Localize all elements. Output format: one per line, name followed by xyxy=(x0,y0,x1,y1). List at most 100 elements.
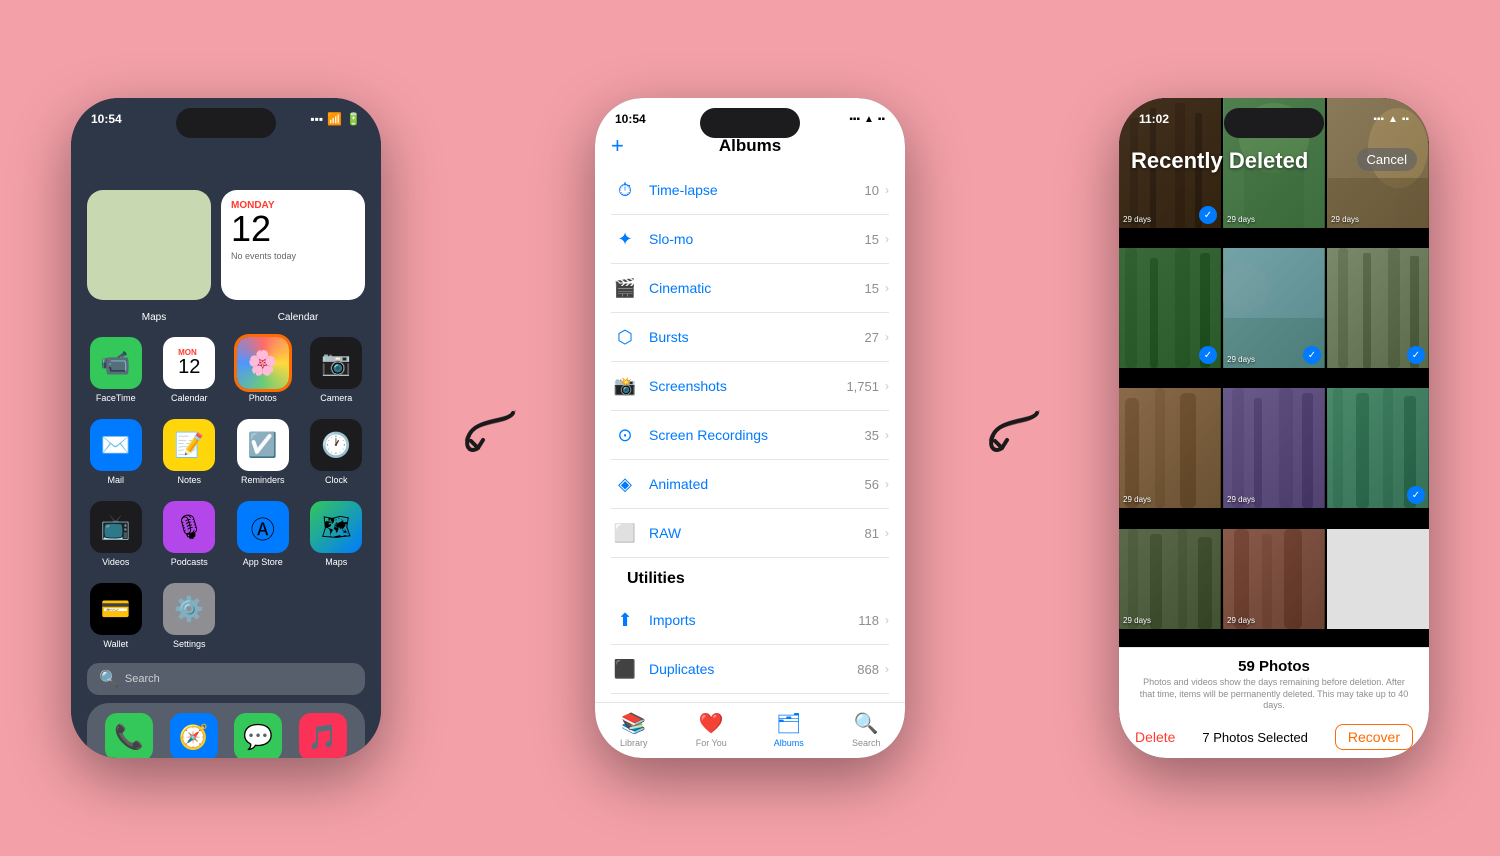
photo-grid-container: Recently Deleted Cancel xyxy=(1119,98,1429,647)
deleted-bottom: 59 Photos Photos and videos show the day… xyxy=(1119,647,1429,758)
deleted-actions: Delete 7 Photos Selected Recover xyxy=(1135,720,1413,750)
timelapse-count: 10 xyxy=(865,183,879,198)
photo-bg-8 xyxy=(1223,388,1325,508)
imports-album[interactable]: ⬆ Imports 118 › xyxy=(611,596,889,645)
tab-bar: 📚 Library ❤️ For You 🗂 Albums 🔍 Search xyxy=(595,702,905,758)
status-icons-3: ▪▪▪ ▲ ▪▪ xyxy=(1373,114,1409,125)
reminders-app[interactable]: ☑️ Reminders xyxy=(234,419,292,485)
photo-cell-12[interactable] xyxy=(1327,529,1429,629)
raw-album[interactable]: ⬜ RAW 81 › xyxy=(611,509,889,558)
screenshots-chevron: › xyxy=(885,379,889,393)
dynamic-island-2 xyxy=(700,108,800,138)
calendar-widget[interactable]: MONDAY 12 No events today xyxy=(221,190,365,300)
photo-bg-7 xyxy=(1119,388,1221,508)
photo-cell-5[interactable]: 29 days ✓ xyxy=(1223,248,1325,368)
animated-name: Animated xyxy=(649,476,865,492)
duplicates-album[interactable]: ⬛ Duplicates 868 › xyxy=(611,645,889,694)
foryou-tab-icon: ❤️ xyxy=(699,711,724,736)
delete-button[interactable]: Delete xyxy=(1135,729,1175,745)
photo-days-11: 29 days xyxy=(1227,616,1255,625)
safari-dock-icon[interactable]: 🧭 xyxy=(170,713,218,758)
photos-label: Photos xyxy=(249,393,277,403)
signal-icon-3: ▪▪▪ xyxy=(1373,114,1384,125)
status-bar-3: 11:02 ▪▪▪ ▲ ▪▪ xyxy=(1119,98,1429,132)
bursts-count: 27 xyxy=(865,330,879,345)
facetime-app[interactable]: 📹 FaceTime xyxy=(87,337,145,403)
photos-icon: 🌸 xyxy=(237,337,289,389)
cinematic-chevron: › xyxy=(885,281,889,295)
main-scene: 10:54 ▪▪▪ 📶 🔋 MONDAY 12 No events today xyxy=(0,0,1500,856)
cinematic-album[interactable]: 🎬 Cinematic 15 › xyxy=(611,264,889,313)
photo-bg-10 xyxy=(1119,529,1221,629)
camera-app[interactable]: 📷 Camera xyxy=(308,337,366,403)
photo-days-1: 29 days xyxy=(1123,215,1151,224)
library-tab-icon: 📚 xyxy=(621,711,646,736)
clock-icon: 🕐 xyxy=(310,419,362,471)
arrow-2 xyxy=(967,393,1057,463)
photo-cell-11[interactable]: 29 days xyxy=(1223,529,1325,629)
bursts-album[interactable]: ⬡ Bursts 27 › xyxy=(611,313,889,362)
photo-cell-7[interactable]: 29 days xyxy=(1119,388,1221,508)
music-dock-icon[interactable]: 🎵 xyxy=(299,713,347,758)
battery-icon: 🔋 xyxy=(346,112,361,126)
podcasts-app[interactable]: 🎙 Podcasts xyxy=(161,501,219,567)
calendar-icon: MON12 xyxy=(163,337,215,389)
calendar-label: Calendar xyxy=(231,312,365,323)
appstore-app[interactable]: Ⓐ App Store xyxy=(234,501,292,567)
wallet-app[interactable]: 💳 Wallet xyxy=(87,583,145,649)
timelapse-album[interactable]: ⏱ Time-lapse 10 › xyxy=(611,166,889,215)
photo-cell-9[interactable]: ✓ xyxy=(1327,388,1429,508)
messages-dock-icon[interactable]: 💬 xyxy=(234,713,282,758)
settings-app[interactable]: ⚙️ Settings xyxy=(161,583,219,649)
bursts-chevron: › xyxy=(885,330,889,344)
calendar-app[interactable]: MON12 Calendar xyxy=(161,337,219,403)
slomo-album[interactable]: ✦ Slo-mo 15 › xyxy=(611,215,889,264)
animated-album[interactable]: ◈ Animated 56 › xyxy=(611,460,889,509)
status-icons-2: ▪▪▪ ▲ ▪▪ xyxy=(849,114,885,125)
wifi-icon-2: ▲ xyxy=(864,114,874,125)
photo-days-3: 29 days xyxy=(1331,215,1359,224)
tab-foryou[interactable]: ❤️ For You xyxy=(673,711,751,748)
cancel-button[interactable]: Cancel xyxy=(1357,148,1417,171)
add-album-button[interactable]: + xyxy=(611,133,624,159)
photo-cell-10[interactable]: 29 days xyxy=(1119,529,1221,629)
photo-days-10: 29 days xyxy=(1123,616,1151,625)
wifi-icon: 📶 xyxy=(327,112,342,126)
reminders-icon: ☑️ xyxy=(237,419,289,471)
wallet-label: Wallet xyxy=(103,639,128,649)
screenshots-album[interactable]: 📸 Screenshots 1,751 › xyxy=(611,362,889,411)
notes-app[interactable]: 📝 Notes xyxy=(161,419,219,485)
tab-albums[interactable]: 🗂 Albums xyxy=(750,711,828,748)
photo-cell-8[interactable]: 29 days xyxy=(1223,388,1325,508)
tab-search[interactable]: 🔍 Search xyxy=(828,711,906,748)
slomo-count: 15 xyxy=(865,232,879,247)
time-3: 11:02 xyxy=(1139,112,1169,126)
mail-app[interactable]: ✉️ Mail xyxy=(87,419,145,485)
duplicates-count: 868 xyxy=(857,662,879,677)
videos-app[interactable]: 📺 Videos xyxy=(87,501,145,567)
podcasts-label: Podcasts xyxy=(171,557,208,567)
timelapse-name: Time-lapse xyxy=(649,182,865,198)
photo-cell-4[interactable]: ✓ xyxy=(1119,248,1221,368)
phone-2: 10:54 ▪▪▪ ▲ ▪▪ + Albums ⏱ Time-lapse 10 xyxy=(595,98,905,758)
wifi-icon-3: ▲ xyxy=(1388,114,1398,125)
photos-app[interactable]: 🌸 Photos xyxy=(234,337,292,403)
search-bar[interactable]: 🔍 Search xyxy=(87,663,365,695)
search-icon: 🔍 xyxy=(99,669,119,689)
raw-chevron: › xyxy=(885,526,889,540)
screen-recordings-album[interactable]: ⊙ Screen Recordings 35 › xyxy=(611,411,889,460)
recover-button[interactable]: Recover xyxy=(1335,724,1413,750)
dock: 📞 🧭 💬 🎵 xyxy=(87,703,365,758)
tab-library[interactable]: 📚 Library xyxy=(595,711,673,748)
album-list: ⏱ Time-lapse 10 › ✦ Slo-mo 15 › 🎬 Cinema… xyxy=(595,166,905,702)
maps-app[interactable]: 🗺 Maps xyxy=(308,501,366,567)
maps-widget[interactable] xyxy=(87,190,211,300)
podcasts-icon: 🎙 xyxy=(163,501,215,553)
clock-app[interactable]: 🕐 Clock xyxy=(308,419,366,485)
photo-cell-6[interactable]: ✓ xyxy=(1327,248,1429,368)
hidden-album[interactable]: 👁 Hidden 🔒 › xyxy=(611,694,889,702)
photos-selected-count: 7 Photos Selected xyxy=(1202,730,1308,745)
search-tab-label: Search xyxy=(852,738,881,748)
phone-dock-icon[interactable]: 📞 xyxy=(105,713,153,758)
raw-count: 81 xyxy=(865,526,879,541)
